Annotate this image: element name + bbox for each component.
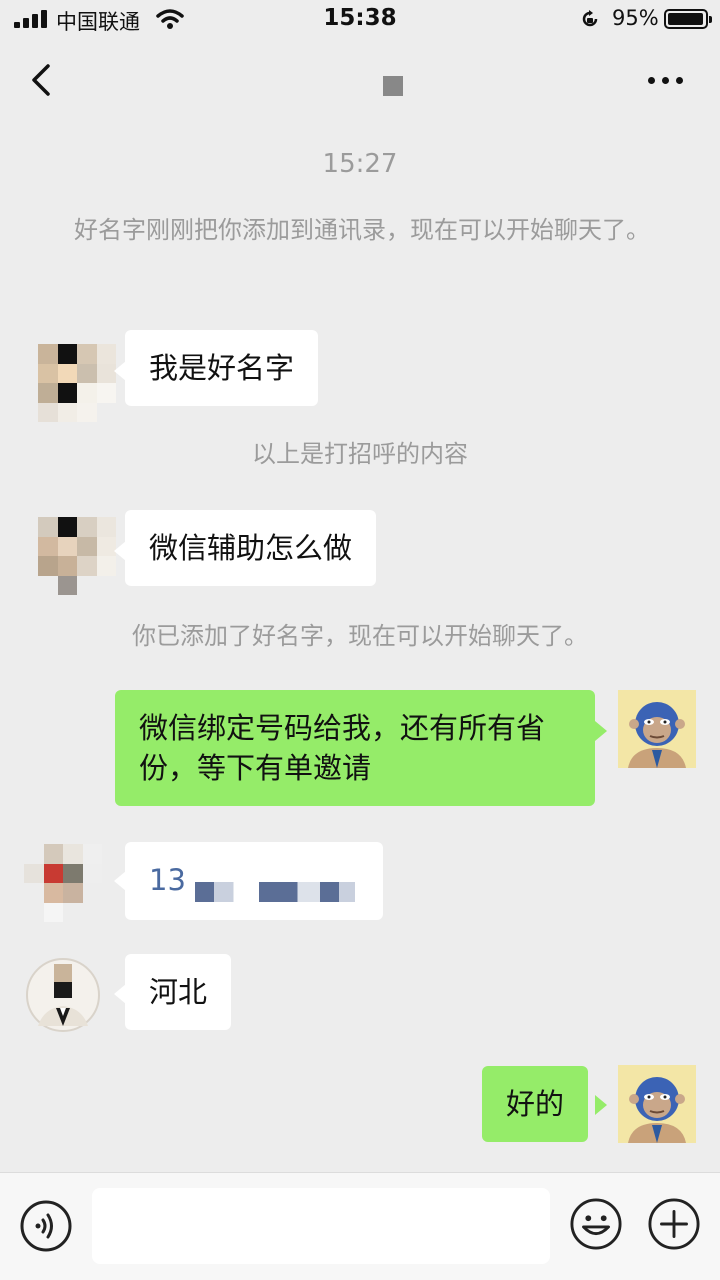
message-timestamp: 15:27 xyxy=(322,149,398,179)
contact-avatar[interactable] xyxy=(24,844,102,922)
contact-avatar[interactable] xyxy=(24,956,102,1034)
rotation-lock-icon xyxy=(582,10,598,27)
system-added-notice: 好名字刚刚把你添加到通讯录，现在可以开始聊天了。 xyxy=(74,216,650,244)
redacted-digits xyxy=(195,882,355,902)
voice-icon[interactable] xyxy=(20,1200,72,1252)
message-bubble-incoming[interactable]: 13 xyxy=(125,842,383,920)
contact-avatar[interactable] xyxy=(38,517,116,595)
plus-icon[interactable] xyxy=(648,1198,700,1250)
system-start-chat: 你已添加了好名字，现在可以开始聊天了。 xyxy=(132,622,588,650)
chevron-left-icon[interactable] xyxy=(26,60,60,100)
message-bubble-outgoing[interactable]: 微信绑定号码给我，还有所有省份，等下有单邀请 xyxy=(115,690,595,806)
contact-avatar[interactable] xyxy=(38,344,116,422)
system-greeting-divider: 以上是打招呼的内容 xyxy=(252,440,468,468)
status-bar: 中国联通 15:38 95% xyxy=(0,0,720,40)
message-bubble-incoming[interactable]: 河北 xyxy=(125,954,232,1030)
battery-icon xyxy=(664,9,712,29)
phone-number-text: 13 xyxy=(149,863,186,897)
message-bubble-outgoing[interactable]: 好的 xyxy=(482,1066,589,1142)
message-input[interactable] xyxy=(92,1188,550,1264)
message-bubble-incoming[interactable]: 我是好名字 xyxy=(125,330,319,406)
user-avatar[interactable] xyxy=(618,690,696,768)
battery-percent: 95% xyxy=(612,6,659,30)
chat-title xyxy=(383,76,403,96)
message-bubble-incoming[interactable]: 微信辅助怎么做 xyxy=(125,510,377,586)
more-dots-icon[interactable] xyxy=(644,70,688,90)
emoji-icon[interactable] xyxy=(570,1198,622,1250)
user-avatar[interactable] xyxy=(618,1065,696,1143)
